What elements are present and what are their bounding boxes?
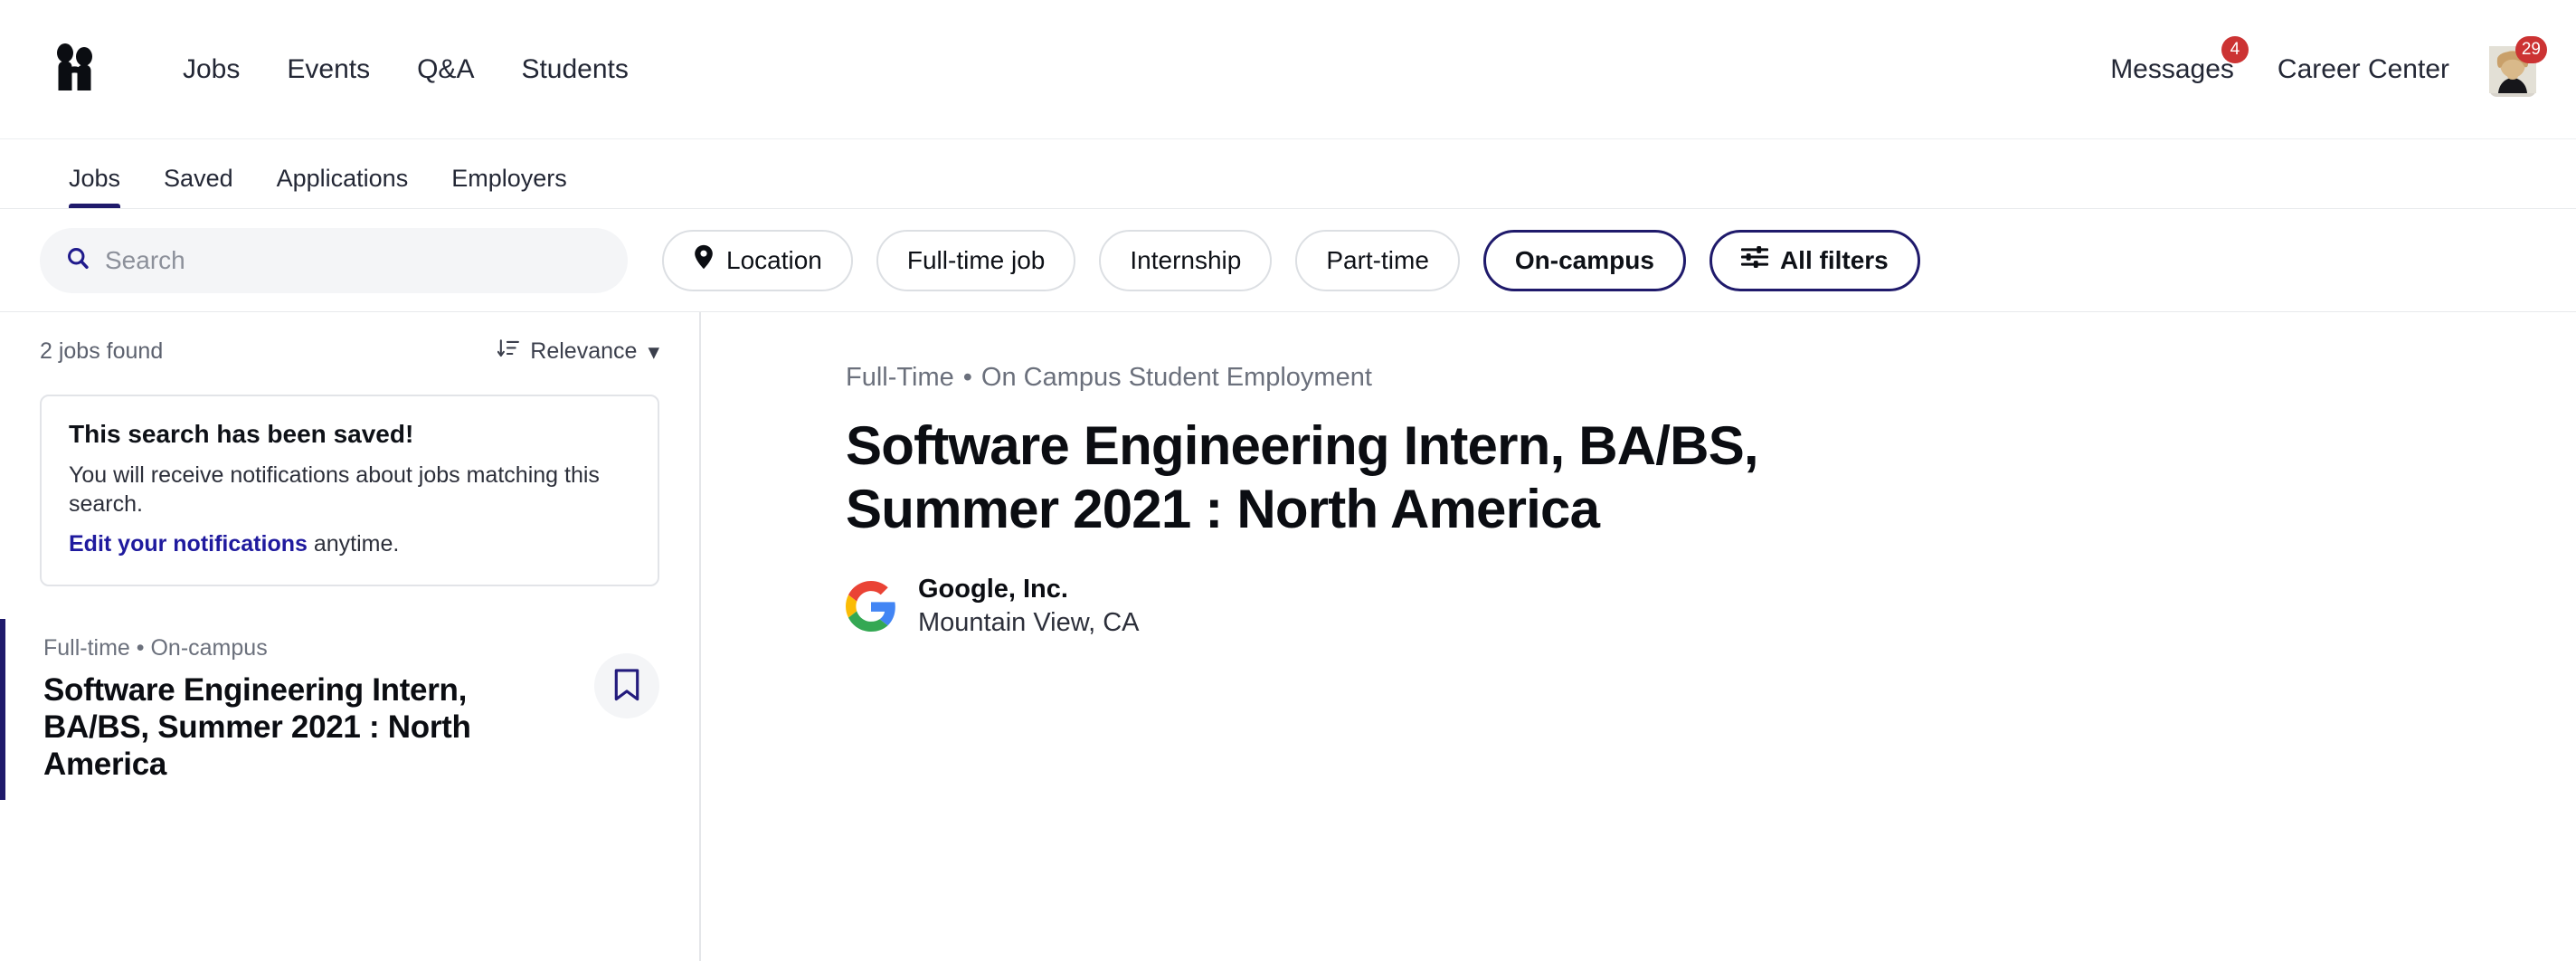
nav-link-qa[interactable]: Q&A bbox=[393, 55, 497, 83]
search-icon bbox=[65, 245, 90, 275]
primary-nav-links: Jobs Events Q&A Students bbox=[159, 55, 652, 83]
nav-link-students[interactable]: Students bbox=[497, 55, 651, 83]
employer-info: Google, Inc. Mountain View, CA bbox=[918, 573, 1140, 640]
nav-link-career-center[interactable]: Career Center bbox=[2256, 54, 2471, 85]
job-list-item-main: Full-time • On-campus Software Engineeri… bbox=[43, 635, 594, 784]
edit-notifications-link[interactable]: Edit your notifications bbox=[69, 531, 308, 557]
map-pin-icon bbox=[693, 244, 715, 276]
job-results-pane: 2 jobs found Relevance ▾ This search has… bbox=[0, 312, 701, 961]
sliders-icon bbox=[1740, 245, 1769, 275]
saved-search-card: This search has been saved! You will rec… bbox=[40, 395, 659, 586]
filter-pill-part-time-label: Part-time bbox=[1326, 245, 1429, 274]
sort-control[interactable]: Relevance ▾ bbox=[497, 338, 659, 366]
filter-pill-all-filters-label: All filters bbox=[1779, 245, 1889, 274]
filter-bar: Location Full-time job Internship Part-t… bbox=[0, 209, 2576, 312]
filter-pill-all-filters[interactable]: All filters bbox=[1709, 229, 1920, 291]
top-navigation-bar: Jobs Events Q&A Students Messages 4 Care… bbox=[0, 0, 2576, 138]
nav-link-messages[interactable]: Messages 4 bbox=[2088, 35, 2256, 85]
filter-pill-internship[interactable]: Internship bbox=[1099, 229, 1273, 291]
sort-label: Relevance bbox=[530, 338, 638, 364]
job-detail-title: Software Engineering Intern, BA/BS, Summ… bbox=[846, 415, 1759, 539]
tab-jobs[interactable]: Jobs bbox=[47, 165, 142, 208]
avatar-image bbox=[2489, 45, 2536, 97]
bookmark-button[interactable] bbox=[594, 653, 659, 718]
employer-location: Mountain View, CA bbox=[918, 608, 1140, 638]
nav-right-group: Messages 4 Career Center 29 bbox=[2088, 35, 2547, 97]
handshake-logo[interactable] bbox=[47, 39, 109, 100]
saved-search-link-row: Edit your notifications anytime. bbox=[69, 531, 630, 557]
saved-search-body: You will receive notifications about job… bbox=[69, 462, 600, 517]
nav-link-jobs[interactable]: Jobs bbox=[159, 55, 263, 83]
filter-pill-full-time-job-label: Full-time job bbox=[906, 245, 1046, 274]
bookmark-icon bbox=[613, 668, 640, 704]
sort-descending-icon bbox=[497, 338, 520, 366]
search-input[interactable] bbox=[105, 245, 602, 275]
messages-label: Messages bbox=[2110, 53, 2234, 84]
tab-employers[interactable]: Employers bbox=[430, 165, 589, 208]
results-header: 2 jobs found Relevance ▾ bbox=[0, 312, 699, 385]
filter-pill-on-campus[interactable]: On-campus bbox=[1482, 229, 1686, 291]
tab-saved[interactable]: Saved bbox=[142, 165, 255, 208]
filter-pill-location[interactable]: Location bbox=[662, 229, 853, 291]
filter-pill-internship-label: Internship bbox=[1130, 245, 1242, 274]
filter-pill-on-campus-label: On-campus bbox=[1514, 245, 1654, 274]
job-list-item[interactable]: Full-time • On-campus Software Engineeri… bbox=[0, 619, 699, 800]
job-detail-meta: Full-Time • On Campus Student Employment bbox=[846, 363, 2576, 393]
google-logo bbox=[846, 581, 896, 633]
job-detail-meta-separator: • bbox=[962, 363, 972, 392]
saved-search-link-suffix: anytime. bbox=[307, 531, 400, 557]
filter-pill-part-time[interactable]: Part-time bbox=[1295, 229, 1460, 291]
results-count: 2 jobs found bbox=[40, 338, 164, 364]
messages-unread-badge: 4 bbox=[2221, 35, 2249, 63]
job-list-item-meta: Full-time • On-campus bbox=[43, 635, 268, 661]
filter-pill-full-time-job[interactable]: Full-time job bbox=[876, 229, 1076, 291]
nav-link-events[interactable]: Events bbox=[263, 55, 393, 83]
tab-applications[interactable]: Applications bbox=[255, 165, 431, 208]
job-list-item-title: Software Engineering Intern, BA/BS, Summ… bbox=[43, 672, 471, 782]
filter-pill-location-label: Location bbox=[726, 245, 822, 274]
job-detail-employment-type: Full-Time bbox=[846, 363, 954, 392]
chevron-down-icon: ▾ bbox=[648, 338, 659, 365]
job-detail-pane: Full-Time • On Campus Student Employment S… bbox=[701, 312, 2576, 961]
search-box[interactable] bbox=[40, 227, 628, 293]
employer-row[interactable]: Google, Inc. Mountain View, CA bbox=[846, 573, 2576, 640]
saved-search-title: This search has been saved! bbox=[69, 420, 414, 448]
filter-pill-group: Location Full-time job Internship Part-t… bbox=[662, 229, 1920, 291]
employer-name: Google, Inc. bbox=[918, 575, 1068, 604]
avatar[interactable]: 29 bbox=[2489, 35, 2547, 97]
sub-navigation-tabs: Jobs Saved Applications Employers bbox=[0, 138, 2576, 209]
job-detail-category: On Campus Student Employment bbox=[980, 363, 1372, 392]
content-area: 2 jobs found Relevance ▾ This search has… bbox=[0, 312, 2576, 961]
avatar-notification-badge: 29 bbox=[2514, 35, 2547, 63]
